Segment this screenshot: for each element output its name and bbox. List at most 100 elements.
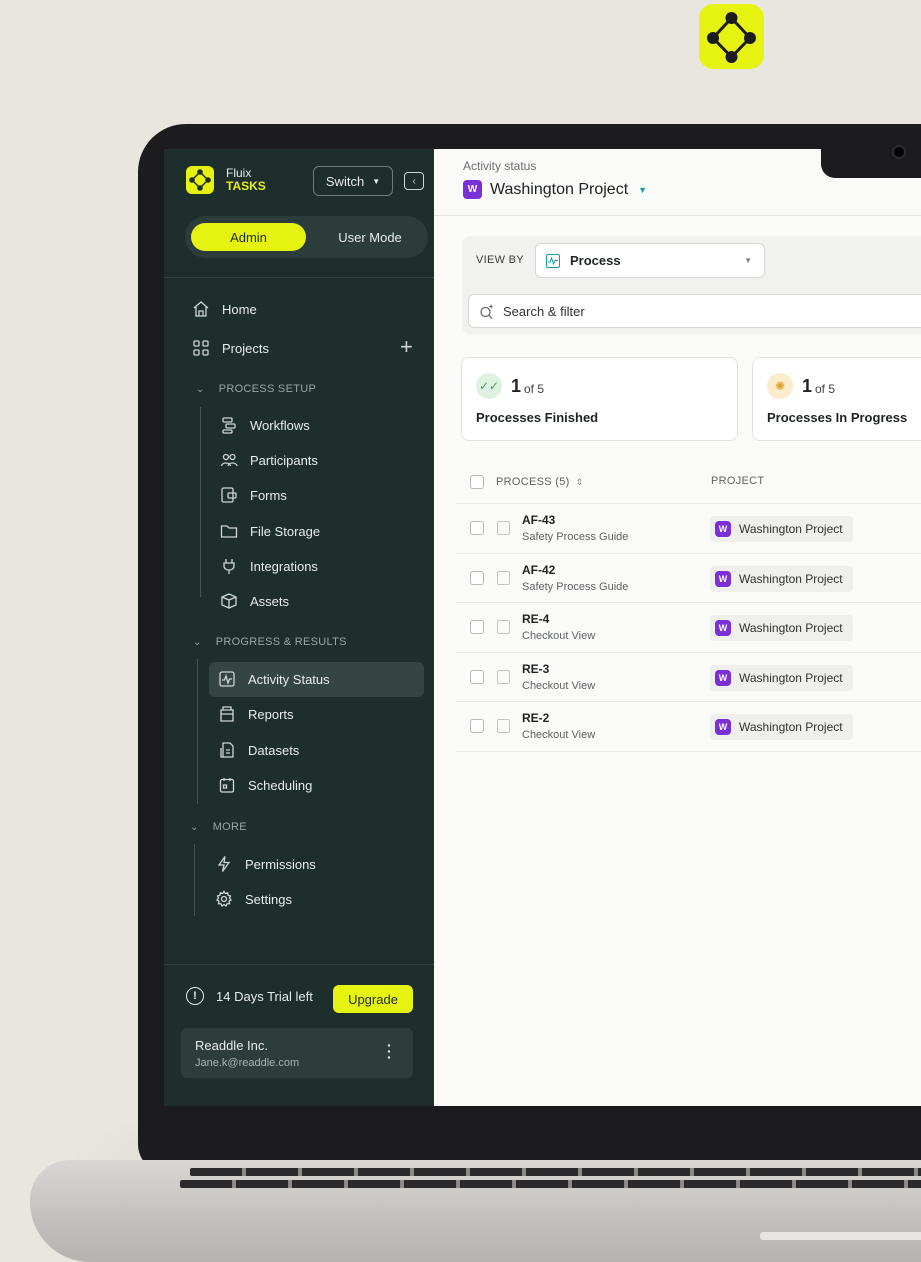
project-selector[interactable]: W Washington Project ▼ <box>463 180 647 199</box>
sidebar-item-file-storage[interactable]: File Storage <box>220 519 320 543</box>
table-row[interactable]: RE-2 Checkout View W Washington Project <box>434 702 921 751</box>
project-chip[interactable]: W Washington Project <box>710 516 853 542</box>
sidebar-item-label: Permissions <box>245 856 316 872</box>
mode-user-button[interactable]: User Mode <box>315 223 425 251</box>
section-heading: PROCESS SETUP <box>218 383 317 395</box>
sidebar-item-label: Participants <box>250 452 318 468</box>
process-code: RE-2 <box>522 711 550 725</box>
select-all-checkbox[interactable] <box>470 475 484 489</box>
more-vertical-icon[interactable]: · · · <box>387 1038 392 1064</box>
section-progress-results[interactable]: ⌄ PROGRESS & RESULTS <box>193 636 347 648</box>
chevron-down-icon: ⌄ <box>193 636 202 648</box>
project-badge: W <box>715 521 731 537</box>
caret-down-icon: ▼ <box>638 184 648 195</box>
section-more[interactable]: ⌄ MORE <box>190 821 247 833</box>
check-double-icon: ✓✓ <box>476 373 502 399</box>
mode-admin-button[interactable]: Admin <box>191 223 306 251</box>
brand-product: TASKS <box>226 179 266 193</box>
spinner-icon: ✺ <box>767 373 793 399</box>
project-chip[interactable]: W Washington Project <box>710 714 853 740</box>
table-row[interactable]: RE-4 Checkout View W Washington Project <box>434 603 921 652</box>
sidebar-item-datasets[interactable]: Datasets <box>218 738 299 762</box>
lightning-icon <box>217 856 231 872</box>
camera-icon <box>892 145 906 159</box>
table-row[interactable]: RE-3 Checkout View W Washington Project <box>434 653 921 702</box>
brand[interactable]: Fluix TASKS <box>186 166 266 194</box>
tree-line <box>197 659 198 804</box>
sidebar-item-label: Projects <box>222 340 269 356</box>
project-badge: W <box>715 670 731 686</box>
brand-logo-icon <box>186 166 214 194</box>
project-chip[interactable]: W Washington Project <box>710 615 853 641</box>
sidebar-item-label: Workflows <box>250 417 310 433</box>
section-process-setup[interactable]: ⌄ PROCESS SETUP <box>196 383 316 395</box>
sidebar-item-activity-status[interactable]: Activity Status <box>218 667 330 691</box>
switch-button[interactable]: Switch ▼ <box>313 166 393 196</box>
sort-icon[interactable]: ⇕ <box>576 477 584 488</box>
sidebar-item-projects[interactable]: Projects <box>192 336 269 360</box>
keyboard-row <box>190 1168 921 1176</box>
project-chip-label: Washington Project <box>739 671 843 685</box>
row-checkbox[interactable] <box>470 670 484 684</box>
sidebar-item-forms[interactable]: Forms <box>220 483 287 507</box>
process-doc-icon <box>497 620 510 634</box>
sidebar-item-scheduling[interactable]: Scheduling <box>218 773 312 797</box>
sidebar: Fluix TASKS Switch ▼ ‹ Admin User Mode H… <box>164 149 434 1106</box>
sidebar-item-assets[interactable]: Assets <box>220 589 289 613</box>
project-chip[interactable]: W Washington Project <box>710 566 853 592</box>
sidebar-item-label: File Storage <box>250 523 321 539</box>
sidebar-item-reports[interactable]: Reports <box>218 702 294 726</box>
row-checkbox[interactable] <box>470 521 484 535</box>
column-header-project[interactable]: PROJECT <box>711 475 764 487</box>
row-checkbox[interactable] <box>470 620 484 634</box>
process-doc-icon <box>497 571 510 585</box>
fluix-logo-icon <box>707 12 756 63</box>
participants-icon <box>220 453 238 467</box>
sidebar-item-home[interactable]: Home <box>192 297 257 321</box>
divider <box>434 215 921 216</box>
caret-down-icon: ▼ <box>372 176 381 186</box>
datasets-icon <box>220 742 234 758</box>
section-heading: PROGRESS & RESULTS <box>215 636 347 648</box>
sidebar-item-settings[interactable]: Settings <box>215 887 292 911</box>
main-content: Activity status W Washington Project ▼ V… <box>434 149 921 1106</box>
viewby-label: VIEW BY <box>476 254 524 266</box>
section-heading: MORE <box>212 821 247 833</box>
app-screen: Fluix TASKS Switch ▼ ‹ Admin User Mode H… <box>164 149 921 1106</box>
sidebar-item-participants[interactable]: Participants <box>220 448 318 472</box>
add-project-icon[interactable]: + <box>400 336 413 358</box>
process-doc-icon <box>497 670 510 684</box>
stat-of: of 5 <box>815 382 836 396</box>
stat-card-in-progress[interactable]: ✺ 1 of 5 Processes In Progress <box>752 357 921 441</box>
search-input[interactable] <box>503 303 803 319</box>
process-name: Checkout View <box>522 729 596 741</box>
plug-icon <box>223 559 235 574</box>
upgrade-button[interactable]: Upgrade <box>333 985 413 1013</box>
process-code: RE-4 <box>522 612 550 626</box>
search-field[interactable] <box>468 294 921 328</box>
project-chip-label: Washington Project <box>739 621 843 635</box>
sidebar-item-label: Integrations <box>250 558 318 574</box>
row-checkbox[interactable] <box>470 571 484 585</box>
table-row[interactable]: AF-43 Safety Process Guide W Washington P… <box>434 504 921 553</box>
page-title: Washington Project <box>490 180 629 198</box>
collapse-sidebar-icon[interactable]: ‹ <box>404 172 424 190</box>
project-badge: W <box>463 180 482 199</box>
row-checkbox[interactable] <box>470 719 484 733</box>
stat-label: Processes In Progress <box>767 410 908 425</box>
column-header-process[interactable]: PROCESS (5) ⇕ <box>470 475 583 489</box>
project-chip[interactable]: W Washington Project <box>710 665 853 691</box>
smart-search-icon <box>480 304 494 319</box>
stat-of: of 5 <box>524 382 545 396</box>
project-chip-label: Washington Project <box>739 522 843 536</box>
stat-count: 1 <box>802 376 813 396</box>
sidebar-item-permissions[interactable]: Permissions <box>215 852 316 876</box>
viewby-select[interactable]: Process ▼ <box>535 243 765 278</box>
trial-text: 14 Days Trial left <box>216 988 313 1004</box>
fluix-logo-floating <box>699 4 764 69</box>
table-row[interactable]: AF-42 Safety Process Guide W Washington P… <box>434 554 921 603</box>
account-card[interactable]: Readdle Inc. Jane.k@readdle.com · · · <box>181 1028 413 1078</box>
sidebar-item-workflows[interactable]: Workflows <box>220 413 310 437</box>
sidebar-item-integrations[interactable]: Integrations <box>220 554 318 578</box>
stat-card-finished[interactable]: ✓✓ 1 of 5 Processes Finished <box>461 357 738 441</box>
